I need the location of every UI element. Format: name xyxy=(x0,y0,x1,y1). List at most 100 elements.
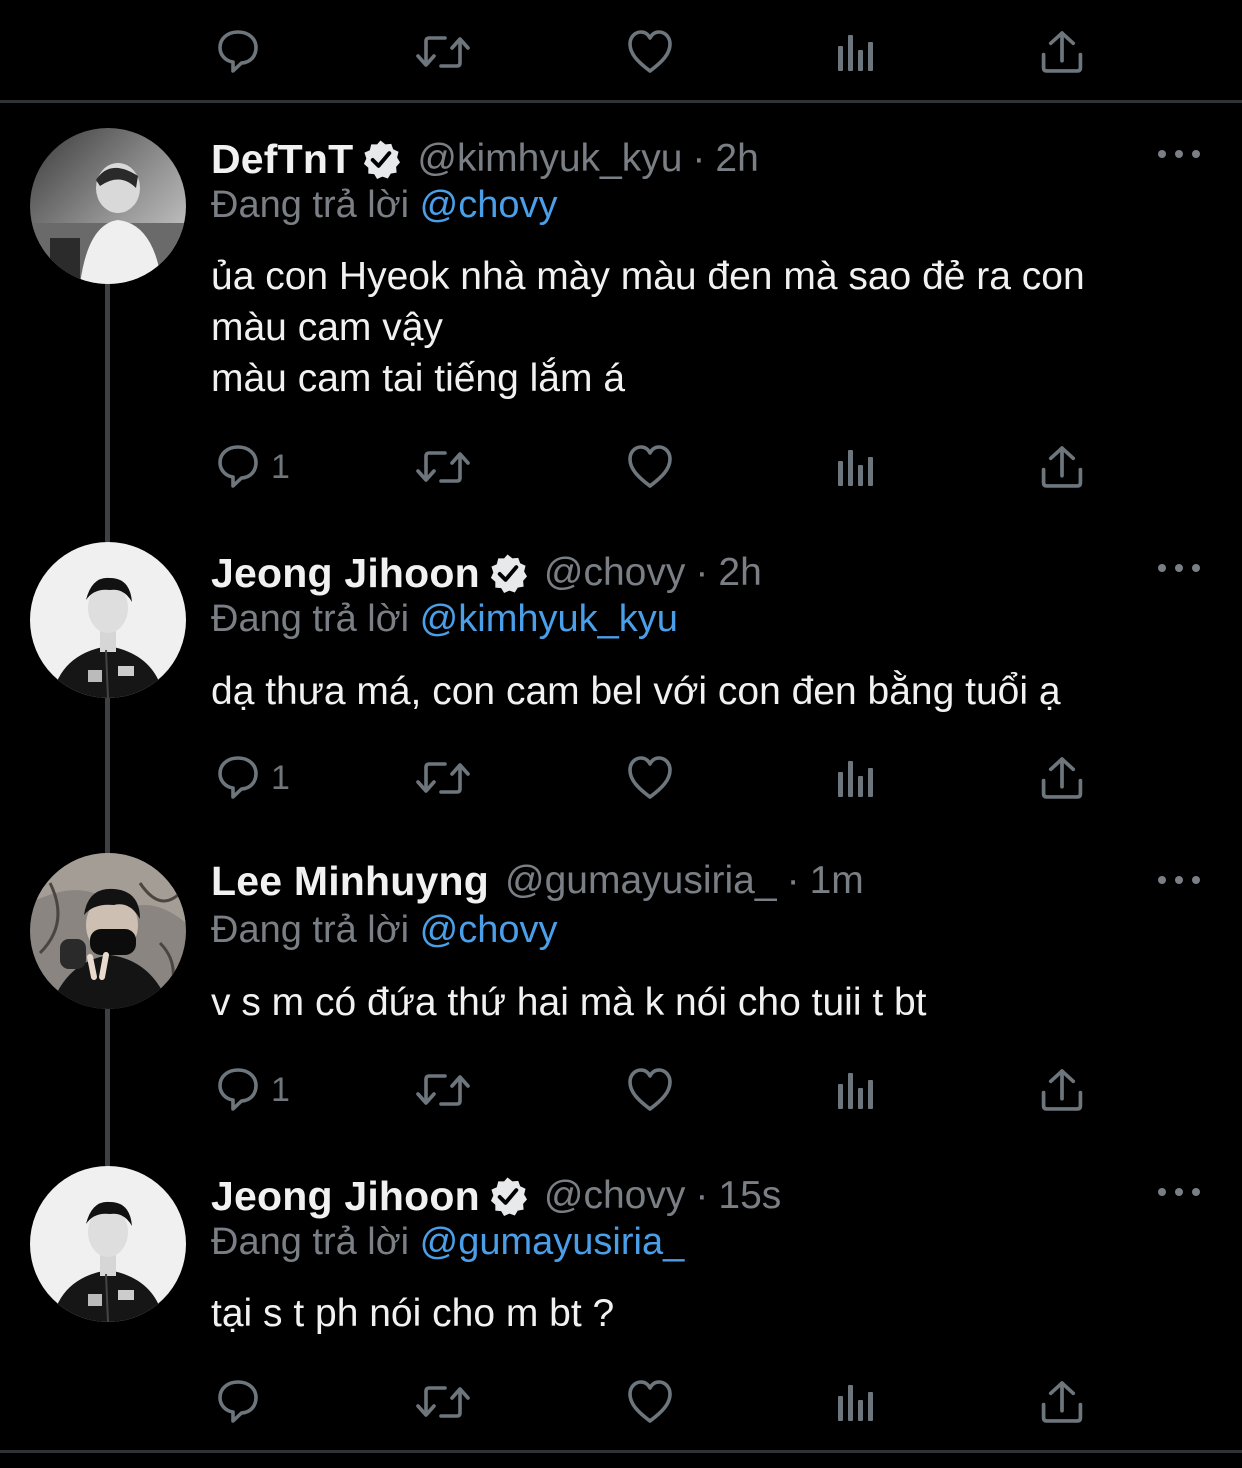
share-button[interactable] xyxy=(1040,1372,1084,1432)
tweet-text: tại s t ph nói cho m bt ? xyxy=(211,1288,1211,1339)
avatar[interactable] xyxy=(30,1166,186,1322)
dot-icon xyxy=(1158,876,1166,884)
avatar[interactable] xyxy=(30,542,186,698)
share-button[interactable] xyxy=(1040,748,1084,808)
replying-to-label: Đang trả lời xyxy=(211,909,410,951)
replying-to-label: Đang trả lời xyxy=(211,184,410,226)
mention-link[interactable]: @gumayusiria_ xyxy=(420,1221,685,1263)
analytics-button[interactable] xyxy=(836,437,876,497)
retweet-icon xyxy=(416,451,470,483)
like-button[interactable] xyxy=(627,22,673,82)
more-options-button[interactable] xyxy=(1158,150,1200,162)
username[interactable]: @chovy xyxy=(544,1174,685,1218)
retweet-icon xyxy=(416,762,470,794)
dot-icon xyxy=(1175,1188,1183,1196)
reply-button[interactable] xyxy=(215,22,271,82)
top-action-bar xyxy=(0,22,1242,82)
reply-button[interactable] xyxy=(215,1372,271,1432)
separator-dot: · xyxy=(786,859,800,902)
like-button[interactable] xyxy=(627,1372,673,1432)
username[interactable]: @chovy xyxy=(544,551,685,595)
timestamp[interactable]: 2h xyxy=(715,137,758,181)
timestamp[interactable]: 15s xyxy=(718,1174,781,1218)
replying-to: Đang trả lời @chovy xyxy=(211,909,558,952)
analytics-button[interactable] xyxy=(836,1060,876,1120)
avatar[interactable] xyxy=(30,128,186,284)
reply-button[interactable]: 1 xyxy=(215,748,290,808)
more-options-button[interactable] xyxy=(1158,1188,1200,1200)
retweet-button[interactable] xyxy=(414,748,472,808)
tweet-text: ủa con Hyeok nhà mày màu đen mà sao đẻ r… xyxy=(211,251,1211,404)
dot-icon xyxy=(1192,1188,1200,1196)
more-options-button[interactable] xyxy=(1158,876,1200,888)
tweet-action-bar: 1 xyxy=(0,1060,1242,1120)
share-button[interactable] xyxy=(1040,437,1084,497)
analytics-button[interactable] xyxy=(836,1372,876,1432)
like-button[interactable] xyxy=(627,437,673,497)
dot-icon xyxy=(1175,876,1183,884)
verified-badge-icon xyxy=(488,552,528,594)
reply-count: 1 xyxy=(271,758,290,797)
divider xyxy=(0,100,1242,103)
tweet-header: DefTnT @kimhyuk_kyu · 2h xyxy=(211,131,759,187)
bar-chart-icon xyxy=(838,450,873,486)
retweet-button[interactable] xyxy=(414,22,472,82)
tweet-text-line: v s m có đứa thứ hai mà k nói cho tuii t… xyxy=(211,981,927,1024)
reply-icon xyxy=(218,1068,258,1111)
tweet-text: v s m có đứa thứ hai mà k nói cho tuii t… xyxy=(211,977,1211,1028)
reply-icon xyxy=(218,756,258,799)
username[interactable]: @kimhyuk_kyu xyxy=(417,137,682,181)
heart-icon xyxy=(628,445,672,488)
like-button[interactable] xyxy=(627,748,673,808)
retweet-button[interactable] xyxy=(414,437,472,497)
more-options-button[interactable] xyxy=(1158,564,1200,576)
reply-button[interactable]: 1 xyxy=(215,1060,290,1120)
retweet-icon xyxy=(416,1386,470,1418)
retweet-button[interactable] xyxy=(414,1372,472,1432)
verified-badge-icon xyxy=(488,1175,528,1217)
reply-count: 1 xyxy=(271,1070,290,1109)
tweet-text-line: màu cam tai tiếng lắm á xyxy=(211,357,626,400)
bar-chart-icon xyxy=(838,1385,873,1421)
dot-icon xyxy=(1175,150,1183,158)
display-name[interactable]: Lee Minhuyng xyxy=(211,858,489,905)
analytics-button[interactable] xyxy=(836,748,876,808)
replying-to-label: Đang trả lời xyxy=(211,598,410,640)
display-name[interactable]: Jeong Jihoon xyxy=(211,550,480,597)
mention-link[interactable]: @kimhyuk_kyu xyxy=(420,598,678,640)
share-button[interactable] xyxy=(1040,1060,1084,1120)
like-button[interactable] xyxy=(627,1060,673,1120)
divider xyxy=(0,1450,1242,1453)
display-name[interactable]: DefTnT xyxy=(211,136,353,183)
tweet-action-bar: 1 xyxy=(0,437,1242,497)
separator-dot: · xyxy=(695,551,709,594)
share-icon xyxy=(1041,1069,1083,1111)
replying-to: Đang trả lời @gumayusiria_ xyxy=(211,1221,684,1264)
bar-chart-icon xyxy=(838,1073,873,1109)
mention-link[interactable]: @chovy xyxy=(420,909,558,951)
heart-icon xyxy=(628,1380,672,1423)
reply-icon xyxy=(218,1380,258,1423)
timestamp[interactable]: 1m xyxy=(810,859,864,903)
heart-icon xyxy=(628,1068,672,1111)
avatar[interactable] xyxy=(30,853,186,1009)
share-icon xyxy=(1041,757,1083,799)
display-name[interactable]: Jeong Jihoon xyxy=(211,1173,480,1220)
heart-icon xyxy=(628,30,672,73)
separator-dot: · xyxy=(695,1174,709,1217)
separator-dot: · xyxy=(692,137,706,180)
retweet-button[interactable] xyxy=(414,1060,472,1120)
tweet-action-bar xyxy=(0,1372,1242,1432)
dot-icon xyxy=(1158,150,1166,158)
share-button[interactable] xyxy=(1040,22,1084,82)
mention-link[interactable]: @chovy xyxy=(420,184,558,226)
tweet-action-bar: 1 xyxy=(0,748,1242,808)
share-icon xyxy=(1041,1381,1083,1423)
dot-icon xyxy=(1192,564,1200,572)
reply-icon xyxy=(218,30,258,73)
reply-button[interactable]: 1 xyxy=(215,437,290,497)
analytics-button[interactable] xyxy=(836,22,876,82)
username[interactable]: @gumayusiria_ xyxy=(505,859,777,903)
verified-badge-icon xyxy=(362,138,402,180)
timestamp[interactable]: 2h xyxy=(718,551,761,595)
